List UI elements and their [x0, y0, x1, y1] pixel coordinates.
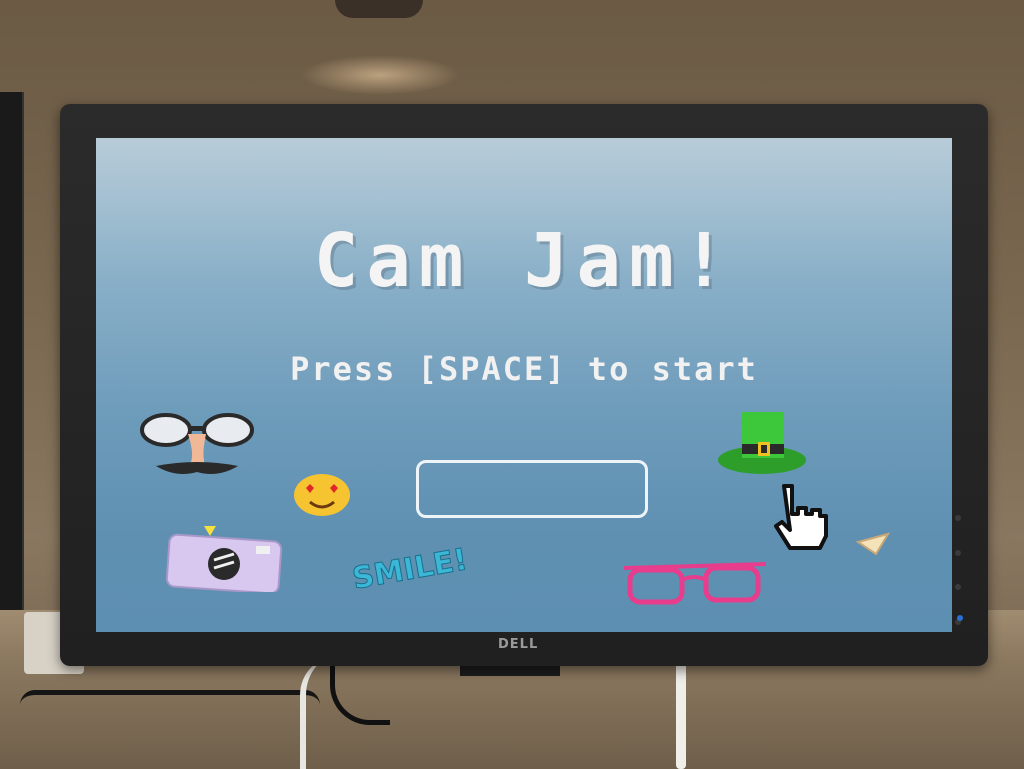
- white-cable-2: [676, 655, 686, 769]
- monitor-button[interactable]: [955, 584, 961, 591]
- power-led[interactable]: [957, 615, 963, 621]
- ceiling-fixture: [335, 0, 423, 18]
- small-triangle-icon: [856, 532, 890, 556]
- start-prompt: Press [SPACE] to start: [290, 350, 758, 388]
- game-screen[interactable]: Cam Jam! Press [SPACE] to start SMILE!: [96, 138, 952, 632]
- pointer-hand-cursor-icon: [764, 482, 844, 550]
- camera-icon: [164, 520, 284, 592]
- monitor-button[interactable]: [955, 549, 961, 556]
- monitor-brand-logo: DELL: [498, 637, 539, 652]
- black-cable: [20, 690, 320, 720]
- game-title: Cam Jam!: [313, 218, 735, 304]
- ceiling-light-glare: [300, 55, 460, 95]
- heart-eyes-emoji-icon: [292, 472, 352, 518]
- smile-sticker-text: SMILE!: [349, 542, 471, 598]
- white-cable: [300, 655, 370, 769]
- monitor-button[interactable]: [955, 515, 961, 521]
- pink-glasses-icon: [620, 560, 770, 608]
- smile-sticker: SMILE!: [349, 542, 532, 604]
- leprechaun-hat-icon: [716, 408, 812, 476]
- disguise-glasses-icon: [138, 410, 256, 480]
- name-input-box[interactable]: [416, 460, 648, 518]
- monitor-side-buttons[interactable]: [955, 515, 965, 625]
